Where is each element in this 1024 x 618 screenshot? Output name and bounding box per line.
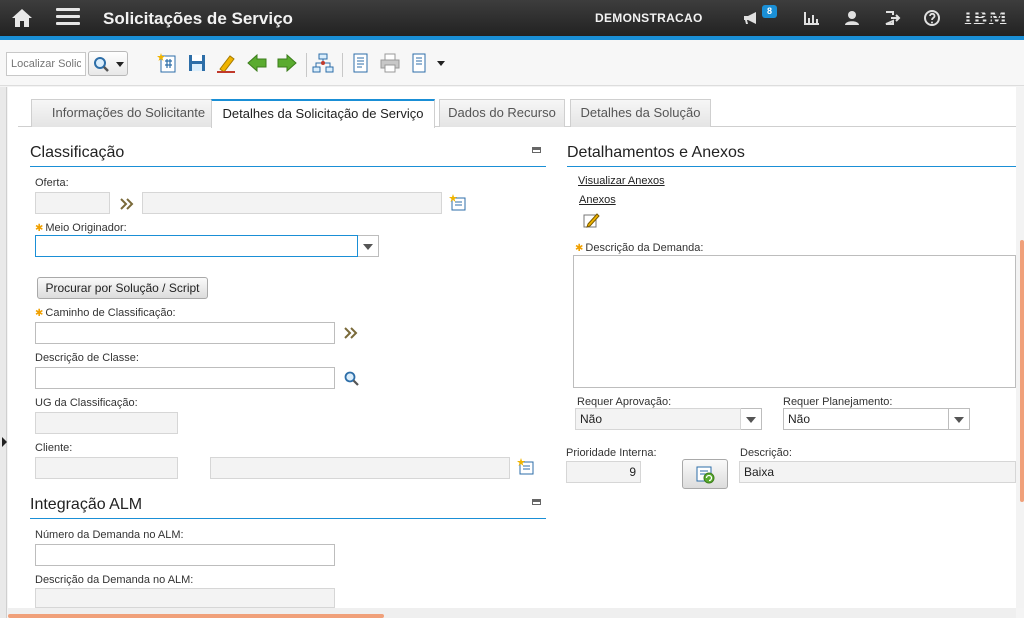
caminho-classificacao-input[interactable]: [35, 322, 335, 344]
required-marker-icon: ✱: [35, 223, 44, 234]
oferta-field[interactable]: [35, 192, 110, 214]
expand-arrow-icon[interactable]: [2, 437, 7, 447]
more-actions-icon[interactable]: [410, 52, 432, 74]
section-divider: [30, 518, 546, 519]
user-profile-icon[interactable]: [843, 9, 861, 27]
meio-originador-dropdown[interactable]: [358, 235, 379, 257]
search-input[interactable]: [6, 52, 86, 76]
descricao-demanda-alm-label: Descrição da Demanda no ALM:: [35, 574, 194, 586]
section-title-detalhamentos: Detalhamentos e Anexos: [567, 144, 745, 161]
select-value-icon[interactable]: [449, 194, 467, 212]
app-title: Solicitações de Serviço: [103, 9, 293, 28]
oferta-label: Oferta:: [35, 177, 69, 189]
prioridade-lookup-button[interactable]: [682, 459, 728, 489]
double-chevron-right-icon[interactable]: [342, 324, 360, 342]
help-icon[interactable]: [923, 9, 941, 27]
descricao-classe-label: Descrição de Classe:: [35, 352, 139, 364]
anexos-link[interactable]: Anexos: [579, 194, 616, 206]
reports-icon[interactable]: [803, 9, 821, 27]
search-button[interactable]: [88, 51, 128, 76]
numero-demanda-alm-label: Número da Demanda no ALM:: [35, 529, 184, 541]
cliente-description-field[interactable]: [210, 457, 510, 479]
tab-bar: Informações do Solicitante Detalhes da S…: [18, 99, 1016, 128]
view-history-icon[interactable]: [350, 52, 372, 74]
section-title-integracao-alm: Integração ALM: [30, 496, 143, 513]
descricao-classe-input[interactable]: [35, 367, 335, 389]
toolbar-separator: [306, 53, 307, 77]
meio-originador-label: ✱ Meio Originador:: [35, 222, 127, 234]
tab-informacoes-solicitante[interactable]: Informações do Solicitante: [31, 99, 226, 127]
refresh-priority-icon: [696, 466, 715, 484]
requer-planejamento-select[interactable]: Não: [783, 408, 949, 430]
visualizar-anexos-link[interactable]: Visualizar Anexos: [578, 175, 665, 187]
requer-aprovacao-label: Requer Aprovação:: [577, 396, 672, 408]
vertical-scroll-thumb[interactable]: [1020, 240, 1024, 502]
left-rail[interactable]: [0, 87, 7, 618]
requer-aprovacao-select[interactable]: Não: [575, 408, 741, 430]
ug-classificacao-field[interactable]: [35, 412, 178, 434]
meio-originador-input[interactable]: [35, 235, 358, 257]
caminho-classificacao-label: ✱ Caminho de Classificação:: [35, 307, 176, 319]
required-marker-icon: ✱: [575, 243, 584, 254]
section-divider: [30, 166, 546, 167]
ibm-logo: IBM: [964, 9, 1009, 29]
collapse-section-icon[interactable]: [532, 147, 541, 153]
chevron-down-icon[interactable]: [434, 52, 456, 74]
save-icon[interactable]: [186, 52, 208, 74]
workflow-icon[interactable]: [312, 52, 334, 74]
section-title-classificacao: Classificação: [30, 144, 125, 161]
procurar-solucao-button[interactable]: Procurar por Solução / Script: [37, 277, 208, 299]
clear-changes-icon[interactable]: [215, 52, 237, 74]
section-divider: [567, 166, 1016, 167]
previous-record-icon[interactable]: [246, 52, 268, 74]
required-marker-icon: ✱: [35, 308, 44, 319]
toolbar: [0, 40, 1024, 86]
print-icon[interactable]: [379, 52, 401, 74]
new-record-icon[interactable]: [157, 52, 179, 74]
search-icon[interactable]: [343, 370, 361, 388]
requer-planejamento-label: Requer Planejamento:: [783, 396, 893, 408]
collapse-section-icon[interactable]: [532, 499, 541, 505]
requer-aprovacao-dropdown[interactable]: [741, 408, 762, 430]
numero-demanda-alm-input[interactable]: [35, 544, 335, 566]
double-chevron-right-icon[interactable]: [118, 195, 136, 213]
menu-icon[interactable]: [56, 8, 80, 28]
descricao-prioridade-label: Descrição:: [740, 447, 792, 459]
notification-badge[interactable]: 8: [762, 5, 777, 18]
megaphone-icon[interactable]: [742, 9, 760, 27]
toolbar-separator: [342, 53, 343, 77]
app-header: Solicitações de Serviço DEMONSTRACAO 8 I…: [0, 0, 1024, 36]
edit-attachments-icon[interactable]: [583, 211, 601, 229]
next-record-icon[interactable]: [276, 52, 298, 74]
prioridade-interna-label: Prioridade Interna:: [566, 447, 657, 459]
requer-planejamento-dropdown[interactable]: [949, 408, 970, 430]
horizontal-scroll-thumb[interactable]: [8, 614, 384, 618]
select-value-icon[interactable]: [517, 458, 535, 476]
ug-classificacao-label: UG da Classificação:: [35, 397, 138, 409]
descricao-demanda-alm-field[interactable]: [35, 588, 335, 608]
oferta-description-field[interactable]: [142, 192, 442, 214]
home-icon[interactable]: [10, 7, 34, 29]
cliente-label: Cliente:: [35, 442, 73, 454]
cliente-field[interactable]: [35, 457, 178, 479]
descricao-demanda-label: ✱ Descrição da Demanda:: [575, 242, 704, 254]
prioridade-interna-field[interactable]: 9: [566, 461, 641, 483]
tab-detalhes-solicitacao[interactable]: Detalhes da Solicitação de Serviço: [211, 99, 435, 128]
descricao-demanda-textarea[interactable]: [573, 255, 1016, 388]
tab-detalhes-solucao[interactable]: Detalhes da Solução: [570, 99, 711, 127]
logout-icon[interactable]: [883, 9, 901, 27]
tab-dados-recurso[interactable]: Dados do Recurso: [439, 99, 565, 127]
descricao-prioridade-field[interactable]: Baixa: [739, 461, 1016, 483]
user-name: DEMONSTRACAO: [595, 11, 703, 25]
